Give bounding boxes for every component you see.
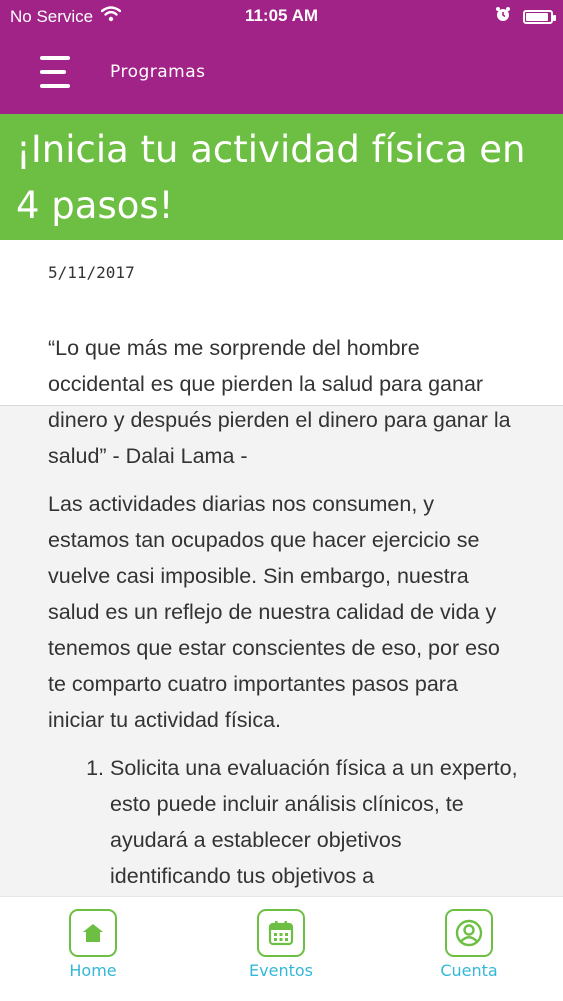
battery-icon	[523, 9, 556, 24]
hamburger-line	[40, 84, 70, 88]
article-body: “Lo que más me sorprende del hombre occi…	[48, 330, 518, 894]
hamburger-icon	[40, 56, 70, 60]
menu-button[interactable]	[36, 54, 76, 94]
home-icon	[69, 909, 117, 957]
tab-eventos-label: Eventos	[249, 961, 313, 980]
tab-home-label: Home	[69, 961, 117, 980]
alarm-icon	[495, 6, 511, 27]
status-right	[495, 6, 556, 27]
tab-home[interactable]: Home	[48, 909, 138, 980]
account-icon	[445, 909, 493, 957]
status-bar: No Service 11:05 AM	[0, 0, 563, 34]
status-time: 11:05 AM	[244, 6, 319, 25]
tab-bar: Home Eventos Cuenta	[0, 896, 563, 1001]
steps-list: Solicita una evaluación física a un expe…	[48, 750, 518, 894]
article-title: ¡Inicia tu actividad física en 4 pasos!	[0, 114, 563, 240]
page-title: Programas	[110, 62, 206, 82]
hamburger-line	[40, 70, 66, 74]
battery-level	[526, 12, 548, 21]
article-paragraph: Las actividades diarias nos consumen, y …	[48, 492, 500, 732]
tab-eventos[interactable]: Eventos	[236, 909, 326, 980]
tab-cuenta-label: Cuenta	[440, 961, 498, 980]
tab-cuenta[interactable]: Cuenta	[424, 909, 514, 980]
calendar-icon	[257, 909, 305, 957]
article-quote: “Lo que más me sorprende del hombre occi…	[48, 336, 511, 468]
list-item: Solicita una evaluación física a un expe…	[110, 750, 518, 894]
article-date: 5/11/2017	[48, 263, 135, 282]
app-header: Programas	[0, 34, 563, 114]
